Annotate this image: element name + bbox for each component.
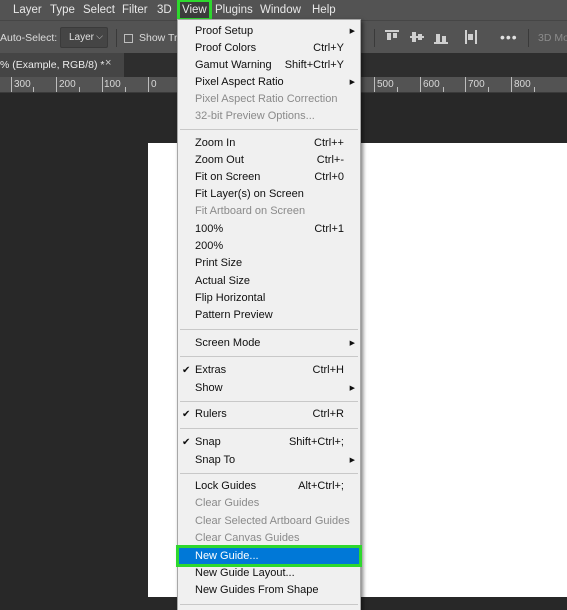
document-tab-title: % (Example, RGB/8) * [0,59,105,71]
menu-item-show[interactable]: Show ▶ [178,380,360,397]
ruler-label: 200 [59,79,76,90]
menu-plugins[interactable]: Plugins [215,0,253,20]
ruler-label: 300 [14,79,31,90]
document-tab[interactable]: % (Example, RGB/8) * × [0,53,124,77]
submenu-arrow-icon: ▶ [349,79,355,86]
align-bottom-icon[interactable] [434,30,448,44]
menu-item-actual-size[interactable]: Actual Size [178,273,360,290]
menu-divider [180,129,358,130]
menu-item-200-percent[interactable]: 200% [178,238,360,255]
menu-item-clear-canvas-guides: Clear Canvas Guides [195,532,300,544]
menu-bar: Layer Type Select Filter 3D View Plugins… [0,0,567,21]
more-options-icon[interactable]: ••• [500,29,518,45]
menu-3d[interactable]: 3D [157,0,172,20]
menu-item-zoom-out[interactable]: Zoom Out Ctrl+- [178,152,360,169]
menu-divider [180,401,358,402]
menu-item-new-guide[interactable]: New Guide... [176,545,362,567]
ruler-tick [125,87,126,92]
submenu-arrow-icon: ▶ [349,457,355,464]
menu-select[interactable]: Select [83,0,115,20]
menu-item-new-guides-from-shape[interactable]: New Guides From Shape [178,582,360,599]
menu-item-fit-artboard-on-screen: Fit Artboard on Screen [195,205,306,217]
menu-divider [180,356,358,357]
ruler-tick [443,87,444,92]
ruler-tick [102,77,103,92]
ruler-tick [397,87,398,92]
separator [528,29,529,47]
separator [374,29,375,47]
menu-item-proof-colors[interactable]: Proof Colors Ctrl+Y [178,40,360,57]
ruler-tick [465,77,466,92]
ruler-label: 600 [423,79,440,90]
checkmark-icon: ✔ [182,409,191,420]
submenu-arrow-icon: ▶ [349,340,355,347]
ruler-tick [56,77,57,92]
ruler-tick [148,77,149,92]
menu-item-pixel-aspect-ratio[interactable]: Pixel Aspect Ratio ▶ [178,74,360,91]
menu-item-snap-to[interactable]: Snap To ▶ [178,452,360,469]
distribute-icon[interactable] [464,30,478,44]
menu-view[interactable]: View [177,0,212,21]
ruler-label: 500 [377,79,394,90]
submenu-arrow-icon: ▶ [349,385,355,392]
menu-item-clear-guides: Clear Guides [195,497,260,509]
menu-item-clear-selected-artboard-guides: Clear Selected Artboard Guides [195,515,350,527]
menu-item-fit-layers-on-screen[interactable]: Fit Layer(s) on Screen [178,186,360,203]
menu-item-rulers[interactable]: ✔ Rulers Ctrl+R [178,406,360,423]
ruler-tick [79,87,80,92]
menu-item-pixel-aspect-ratio-correction: Pixel Aspect Ratio Correction [195,93,338,105]
menu-help[interactable]: Help [312,0,336,20]
menu-item-print-size[interactable]: Print Size [178,255,360,272]
layer-dropdown[interactable]: Layer ⌵ [60,27,108,48]
menu-item-fit-on-screen[interactable]: Fit on Screen Ctrl+0 [178,169,360,186]
menu-item-screen-mode[interactable]: Screen Mode ▶ [178,335,360,352]
checkmark-icon: ✔ [182,365,191,376]
menu-item-zoom-in[interactable]: Zoom In Ctrl++ [178,135,360,152]
menu-item-pattern-preview[interactable]: Pattern Preview [178,307,360,324]
menu-layer[interactable]: Layer [13,0,42,20]
view-menu: Proof Setup ▶ Proof Colors Ctrl+Y Gamut Wa… [176,19,362,610]
ruler-tick [534,87,535,92]
menu-divider [180,473,358,474]
ruler-tick [11,77,12,92]
auto-select-label: Auto-Select: [0,32,58,44]
menu-window[interactable]: Window [260,0,301,20]
ruler-tick [33,87,34,92]
close-icon[interactable]: × [105,57,111,69]
chevron-down-icon: ⌵ [96,31,103,41]
menu-item-32bit-preview-options: 32-bit Preview Options... [195,110,315,122]
menu-type[interactable]: Type [50,0,75,20]
menu-item-100-percent[interactable]: 100% Ctrl+1 [178,221,360,238]
menu-item-extras[interactable]: ✔ Extras Ctrl+H [178,362,360,379]
separator [116,29,117,47]
menu-item-snap[interactable]: ✔ Snap Shift+Ctrl+; [178,434,360,451]
layer-dropdown-value: Layer [69,32,95,43]
show-transform-checkbox[interactable] [124,34,133,43]
ruler-label: 100 [104,79,121,90]
ruler-tick [420,77,421,92]
menu-item-new-guide-layout[interactable]: New Guide Layout... [178,565,360,582]
menu-divider [180,329,358,330]
ruler-tick [488,87,489,92]
ruler-tick [511,77,512,92]
align-top-icon[interactable] [385,30,399,44]
ruler-tick [374,77,375,92]
ruler-label: 0 [151,79,157,90]
3d-mode-label: 3D Mo [538,32,567,44]
checkmark-icon: ✔ [182,437,191,448]
ruler-label: 800 [514,79,531,90]
submenu-arrow-icon: ▶ [349,28,355,35]
menu-item-proof-setup[interactable]: Proof Setup ▶ [178,23,360,40]
align-vertical-center-icon[interactable] [410,30,424,44]
menu-item-lock-guides[interactable]: Lock Guides Alt+Ctrl+; [178,478,360,495]
menu-item-flip-horizontal[interactable]: Flip Horizontal [178,290,360,307]
menu-item-gamut-warning[interactable]: Gamut Warning Shift+Ctrl+Y [178,57,360,74]
menu-divider [180,428,358,429]
menu-filter[interactable]: Filter [122,0,148,20]
ruler-label: 700 [468,79,485,90]
menu-divider [180,604,358,605]
